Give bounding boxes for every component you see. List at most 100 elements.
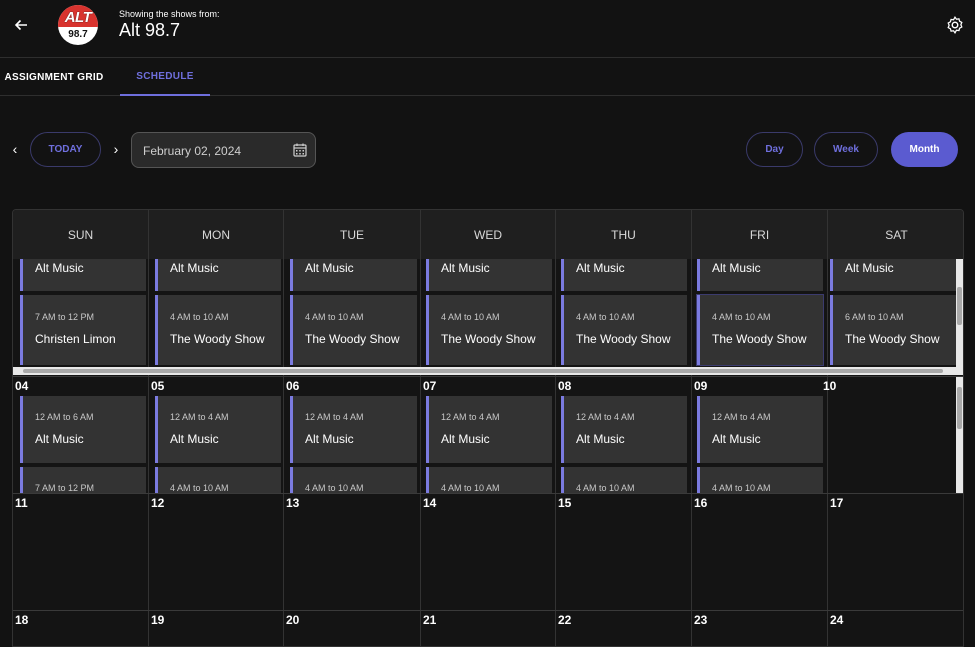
event-card[interactable]: Alt Music <box>830 259 956 291</box>
week-row: Alt Music 7 AM to 12 PM Christen Limon Al… <box>13 259 963 376</box>
event-card[interactable]: 12 AM to 4 AM Alt Music <box>561 396 687 463</box>
event-card[interactable]: 7 AM to 12 PM <box>20 467 146 494</box>
event-card[interactable]: 4 AM to 10 AM The Woody Show <box>696 294 824 366</box>
day-cell[interactable]: 19 <box>149 611 284 646</box>
day-number: 12 <box>151 496 165 510</box>
today-button[interactable]: TODAY <box>30 132 101 167</box>
day-cell[interactable]: Alt Music 4 AM to 10 AM The Woody Show <box>149 259 284 376</box>
day-cell[interactable]: 23 <box>692 611 828 646</box>
day-cell[interactable]: Alt Music 7 AM to 12 PM Christen Limon <box>13 259 149 376</box>
next-button[interactable]: › <box>108 140 124 158</box>
day-number: 24 <box>830 613 844 627</box>
tab-bar: ASSIGNMENT GRID SCHEDULE <box>0 58 975 96</box>
day-cell[interactable]: 24 <box>828 611 963 646</box>
top-bar: ALT 98.7 Showing the shows from: Alt 98.… <box>0 0 975 58</box>
view-month-button[interactable]: Month <box>891 132 958 167</box>
event-card[interactable]: 12 AM to 4 AM Alt Music <box>290 396 417 463</box>
event-card[interactable]: 7 AM to 12 PM Christen Limon <box>20 295 146 365</box>
event-card[interactable]: 12 AM to 4 AM Alt Music <box>697 396 823 463</box>
horizontal-scrollbar[interactable] <box>13 367 963 375</box>
event-card[interactable]: 4 AM to 10 AM The Woody Show <box>561 295 687 365</box>
day-cell[interactable]: 12 <box>149 494 284 611</box>
event-card[interactable]: 4 AM to 10 AM <box>561 467 687 494</box>
day-number: 08 <box>558 379 572 393</box>
event-card[interactable]: Alt Music <box>561 259 687 291</box>
day-cell[interactable]: 22 <box>556 611 692 646</box>
date-field[interactable]: February 02, 2024 <box>131 132 316 168</box>
back-button[interactable] <box>10 14 32 36</box>
day-number: 07 <box>423 379 437 393</box>
day-cell[interactable]: 18 <box>13 611 149 646</box>
chevron-right-icon: › <box>113 141 119 157</box>
day-cell[interactable]: 09 12 AM to 4 AM Alt Music 4 AM to 10 AM <box>692 377 828 494</box>
calendar-icon <box>293 143 307 157</box>
event-card[interactable]: Alt Music <box>290 259 417 291</box>
tab-schedule[interactable]: SCHEDULE <box>120 58 210 96</box>
day-cell[interactable]: Alt Music 6 AM to 10 AM The Woody Show <box>828 259 963 376</box>
day-number: 14 <box>423 496 437 510</box>
showing-label: Showing the shows from: <box>119 9 220 19</box>
view-week-button[interactable]: Week <box>814 132 878 167</box>
weekday-header: MON <box>149 210 284 259</box>
day-number: 13 <box>286 496 300 510</box>
day-cell[interactable]: 11 <box>13 494 149 611</box>
day-cell[interactable]: 04 12 AM to 6 AM Alt Music 7 AM to 12 PM <box>13 377 149 494</box>
day-cell[interactable]: Alt Music 4 AM to 10 AM The Woody Show <box>692 259 828 376</box>
day-number: 20 <box>286 613 300 627</box>
day-cell[interactable]: 15 <box>556 494 692 611</box>
day-number: 23 <box>694 613 708 627</box>
day-number: 22 <box>558 613 572 627</box>
day-cell[interactable]: Alt Music 4 AM to 10 AM The Woody Show <box>556 259 692 376</box>
day-cell[interactable]: Alt Music 4 AM to 10 AM The Woody Show <box>421 259 556 376</box>
weekday-header: SUN <box>13 210 149 259</box>
event-card[interactable]: 12 AM to 6 AM Alt Music <box>20 396 146 463</box>
day-cell[interactable]: 10 <box>823 377 963 494</box>
event-card[interactable]: Alt Music <box>155 259 281 291</box>
event-card[interactable]: 4 AM to 10 AM <box>426 467 552 494</box>
day-number: 18 <box>15 613 29 627</box>
day-cell[interactable]: 17 <box>828 494 963 611</box>
event-card[interactable]: 4 AM to 10 AM <box>155 467 281 494</box>
day-cell[interactable]: 21 <box>421 611 556 646</box>
day-cell[interactable]: 13 <box>284 494 421 611</box>
day-cell[interactable]: 20 <box>284 611 421 646</box>
event-card[interactable]: Alt Music <box>426 259 552 291</box>
vertical-scrollbar[interactable] <box>956 377 963 494</box>
vertical-scrollbar[interactable] <box>956 259 963 367</box>
event-card[interactable]: 4 AM to 10 AM The Woody Show <box>426 295 552 365</box>
day-cell[interactable]: 06 12 AM to 4 AM Alt Music 4 AM to 10 AM <box>284 377 421 494</box>
calendar-picker-button[interactable] <box>292 142 308 158</box>
weekday-header: WED <box>421 210 556 259</box>
day-number: 04 <box>15 379 29 393</box>
day-number: 15 <box>558 496 572 510</box>
station-name: Alt 98.7 <box>119 20 181 40</box>
event-card[interactable]: 12 AM to 4 AM Alt Music <box>155 396 281 463</box>
day-cell[interactable]: 16 <box>692 494 828 611</box>
event-card[interactable]: 4 AM to 10 AM <box>290 467 417 494</box>
prev-button[interactable]: ‹ <box>7 140 23 158</box>
day-cell[interactable]: 05 12 AM to 4 AM Alt Music 4 AM to 10 AM <box>149 377 284 494</box>
day-number: 19 <box>151 613 165 627</box>
gear-icon <box>947 16 963 34</box>
event-card[interactable]: 6 AM to 10 AM The Woody Show <box>830 295 956 365</box>
day-cell[interactable]: 14 <box>421 494 556 611</box>
day-cell[interactable]: 07 12 AM to 4 AM Alt Music 4 AM to 10 AM <box>421 377 556 494</box>
event-card[interactable]: Alt Music <box>20 259 146 291</box>
station-logo: ALT 98.7 <box>58 5 98 45</box>
tab-assignment-grid[interactable]: ASSIGNMENT GRID <box>0 58 108 96</box>
week-row: 11 12 13 14 15 16 17 <box>13 493 963 611</box>
settings-button[interactable] <box>944 14 966 36</box>
back-arrow-icon <box>14 19 27 31</box>
view-day-button[interactable]: Day <box>746 132 803 167</box>
week-row: 18 19 20 21 22 23 24 <box>13 610 963 646</box>
weekday-header: FRI <box>692 210 828 259</box>
day-cell[interactable]: 08 12 AM to 4 AM Alt Music 4 AM to 10 AM <box>556 377 692 494</box>
day-cell[interactable]: Alt Music 4 AM to 10 AM The Woody Show <box>284 259 421 376</box>
event-card[interactable]: 4 AM to 10 AM The Woody Show <box>290 295 417 365</box>
event-card[interactable]: 4 AM to 10 AM <box>697 467 823 494</box>
week-row: 04 12 AM to 6 AM Alt Music 7 AM to 12 PM … <box>13 376 963 494</box>
event-card[interactable]: Alt Music <box>697 259 823 291</box>
day-number: 10 <box>823 379 837 393</box>
event-card[interactable]: 12 AM to 4 AM Alt Music <box>426 396 552 463</box>
event-card[interactable]: 4 AM to 10 AM The Woody Show <box>155 295 281 365</box>
